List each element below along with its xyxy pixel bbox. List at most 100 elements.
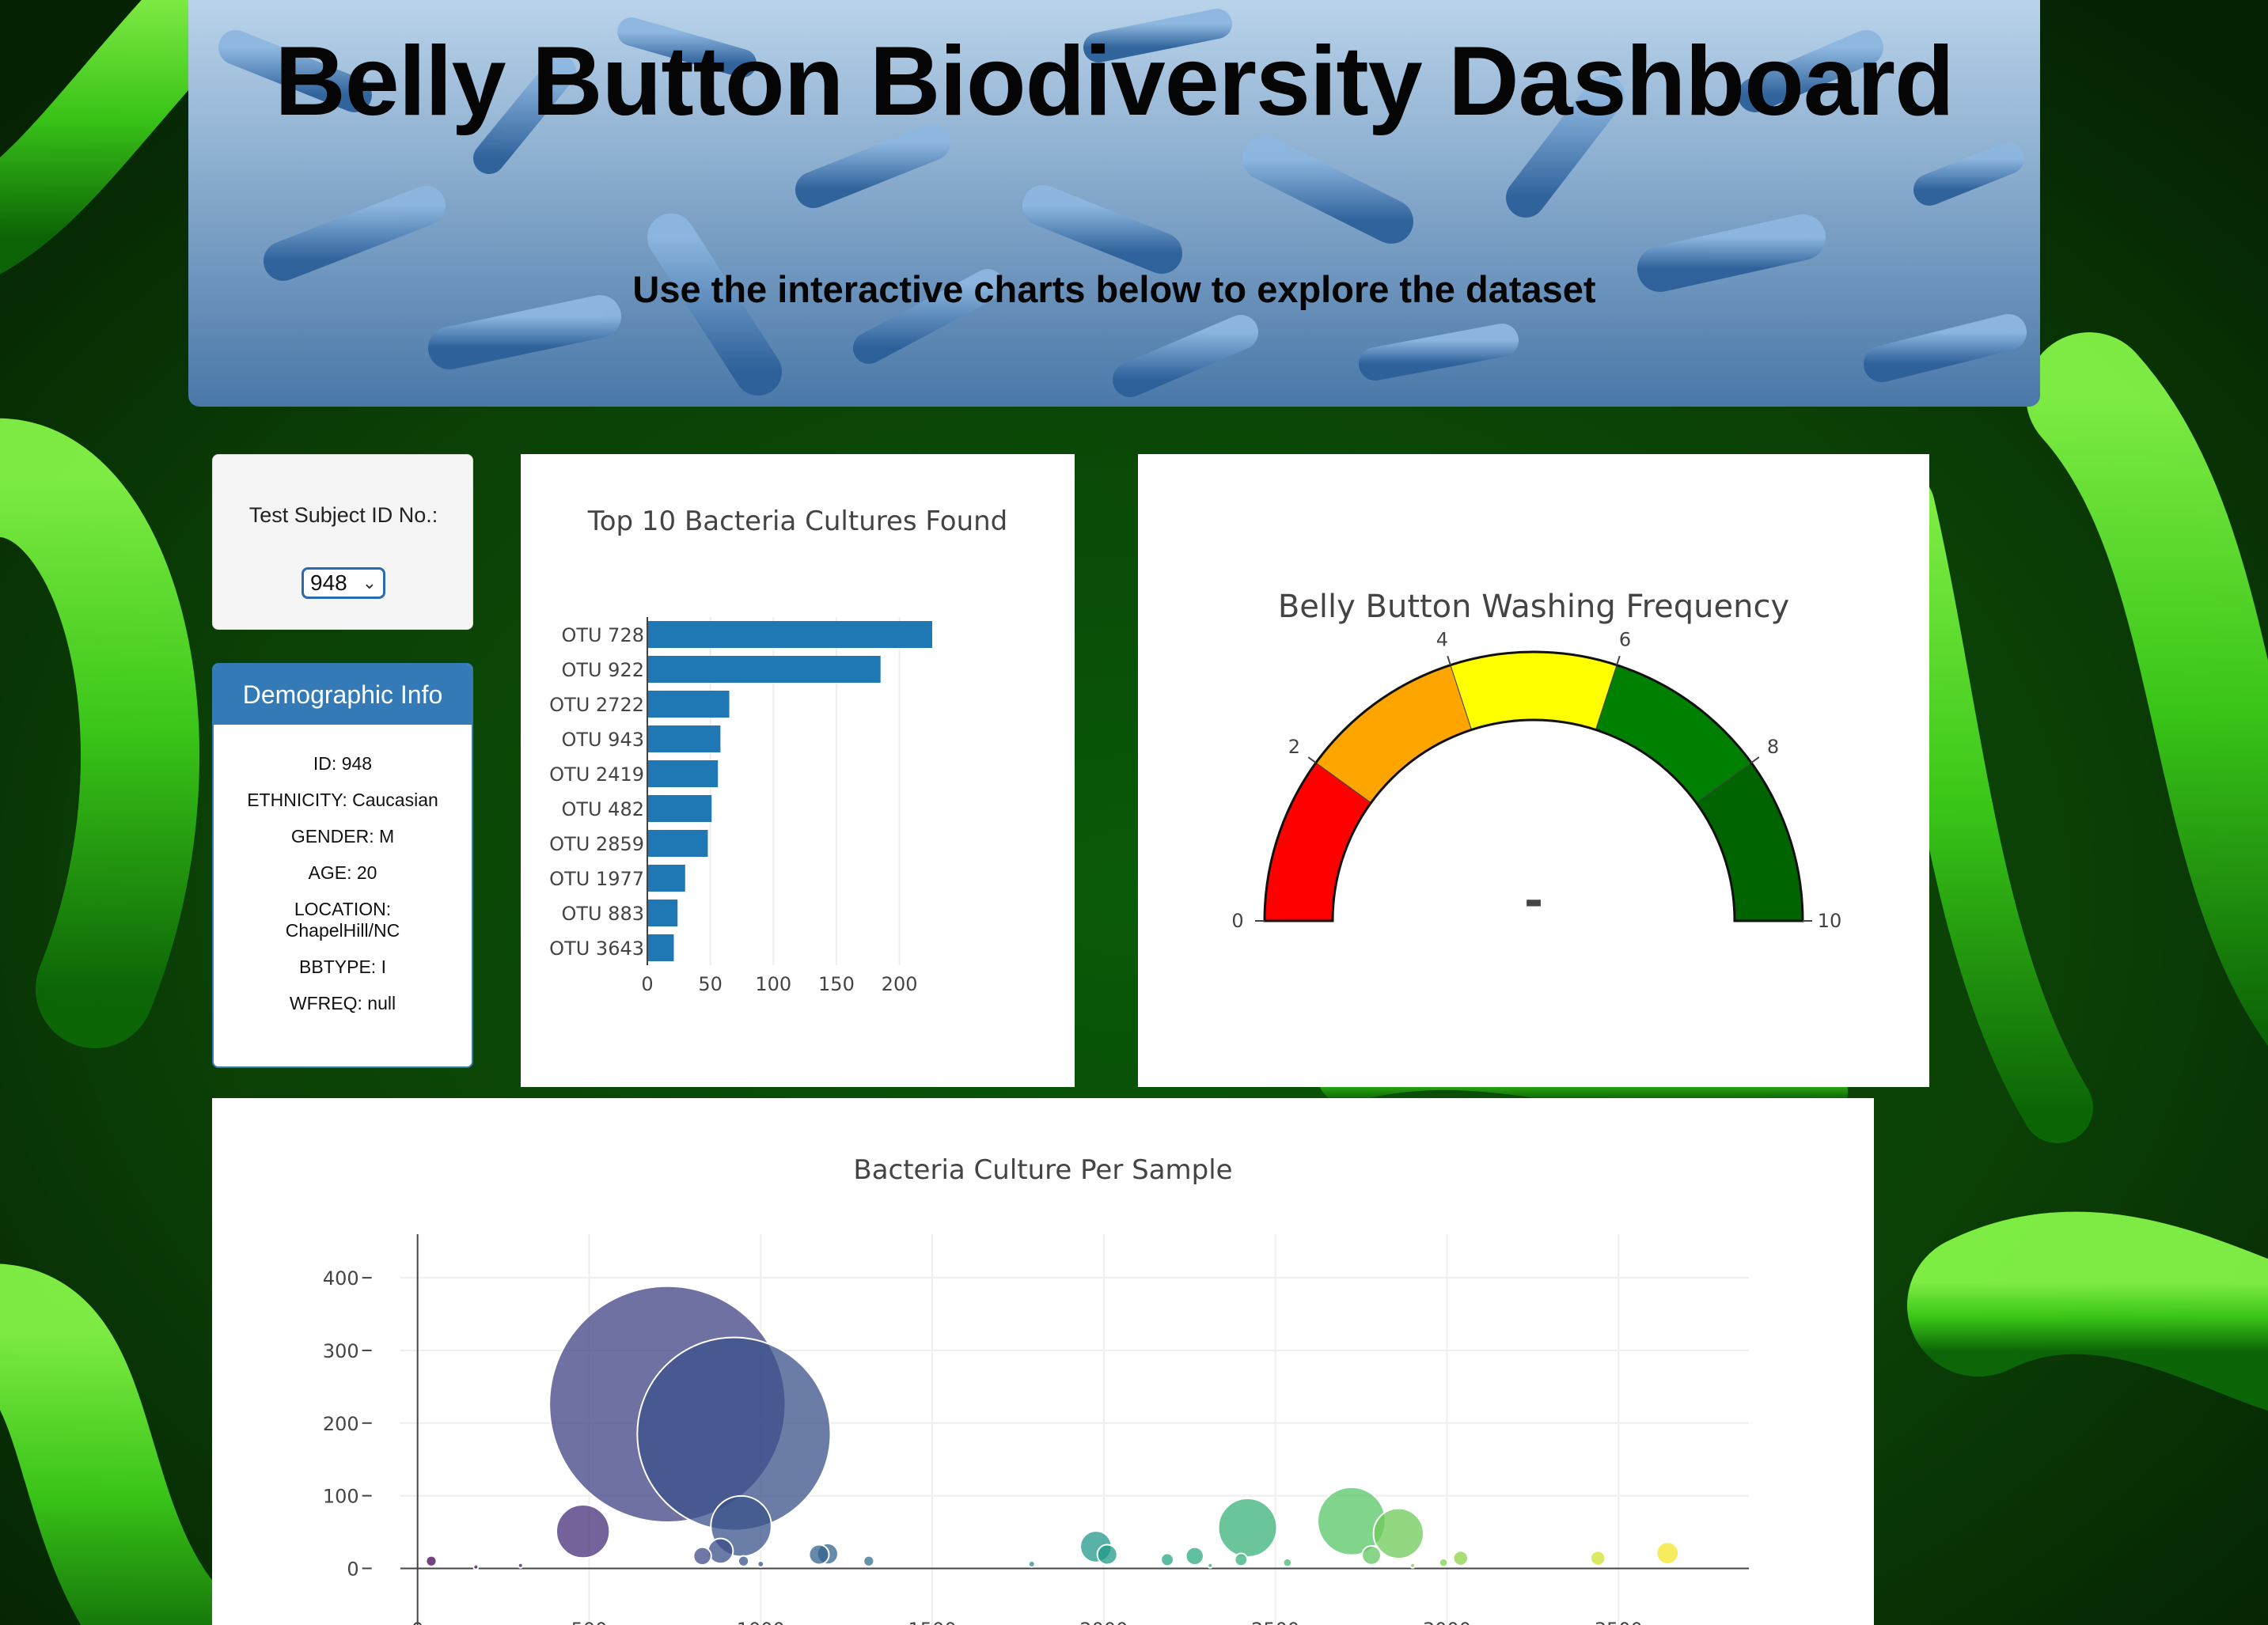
bubble[interactable]	[472, 1563, 480, 1570]
bubble[interactable]	[707, 1537, 734, 1565]
subject-id-dropdown[interactable]: 948 ⌄	[302, 567, 385, 599]
gauge-band	[1450, 651, 1618, 731]
bubble[interactable]	[1160, 1552, 1174, 1567]
bar-chart-title: Top 10 Bacteria Cultures Found	[587, 506, 1008, 537]
bubble[interactable]	[1589, 1550, 1606, 1566]
bar-x-tick-label: 100	[755, 973, 791, 995]
bubble-y-tick-label: 0	[347, 1558, 358, 1580]
demographic-info-panel: Demographic Info ID: 948 ETHNICITY: Cauc…	[212, 663, 473, 1068]
bar[interactable]	[647, 691, 730, 718]
bacteria-bubble-chart[interactable]: Bacteria Culture Per Sample 0 500 1000 1500…	[212, 1098, 1874, 1625]
demo-ethnicity: ETHNICITY: Caucasian	[247, 790, 438, 810]
bar-x-tick-label: 200	[882, 973, 918, 995]
bar[interactable]	[647, 934, 674, 961]
bar-x-tick-label: 0	[641, 973, 653, 995]
bubble[interactable]	[1409, 1562, 1417, 1569]
bubble-x-tick-label: 3500	[1595, 1619, 1643, 1625]
bubble[interactable]	[1361, 1545, 1382, 1566]
bubble-chart-title: Bacteria Culture Per Sample	[853, 1154, 1232, 1186]
header-jumbotron: Belly Button Biodiversity Dashboard Use …	[188, 0, 2040, 407]
bubble[interactable]	[757, 1559, 765, 1568]
top-ten-bar-chart-panel: Top 10 Bacteria Cultures Found 0 50 100 150…	[521, 454, 1075, 1087]
gauge-tick-label: 8	[1767, 736, 1779, 758]
bar[interactable]	[647, 795, 712, 822]
bar-y-tick-label: OTU 1977	[549, 868, 644, 890]
bar-x-tick-label: 50	[698, 973, 722, 995]
bar-x-tick-label: 150	[818, 973, 855, 995]
bubble[interactable]	[1207, 1562, 1214, 1569]
bar-y-tick-label: OTU 2419	[549, 763, 644, 786]
bar-y-tick-label: OTU 883	[561, 903, 644, 925]
bar[interactable]	[647, 830, 708, 857]
gauge-tick	[1447, 655, 1451, 665]
bubble[interactable]	[808, 1544, 830, 1566]
demographic-info-heading: Demographic Info	[214, 665, 472, 725]
bubble[interactable]	[1185, 1546, 1204, 1566]
bubble-x-tick-label: 3000	[1423, 1619, 1471, 1625]
demo-bbtype: BBTYPE: I	[299, 956, 386, 977]
demo-gender: GENDER: M	[290, 826, 395, 847]
bar[interactable]	[647, 760, 719, 787]
bubble-chart-panel: Bacteria Culture Per Sample 0 500 1000 1500…	[212, 1098, 1874, 1625]
gauge-tick	[1750, 756, 1760, 763]
demo-location: LOCATION: ChapelHill/NC	[285, 899, 400, 941]
bubble[interactable]	[1282, 1557, 1293, 1568]
bar[interactable]	[647, 656, 881, 683]
subject-selector-label: Test Subject ID No.:	[248, 503, 438, 527]
bar-y-tick-label: OTU 3643	[549, 938, 644, 960]
gauge-tick-label: 0	[1231, 910, 1243, 932]
washing-frequency-gauge-panel: Belly Button Washing Frequency 0 2 4 6 8 10 -	[1138, 454, 1929, 1087]
bubble-x-tick-label: 2500	[1251, 1619, 1299, 1625]
bubble[interactable]	[1217, 1498, 1278, 1558]
bubble-x-tick-label: 2000	[1079, 1619, 1128, 1625]
bubble[interactable]	[1027, 1559, 1036, 1568]
bubble[interactable]	[425, 1555, 438, 1567]
bubble[interactable]	[863, 1555, 875, 1567]
gauge-tick-label: 10	[1818, 910, 1842, 932]
bubble[interactable]	[1655, 1541, 1680, 1566]
bubble[interactable]	[556, 1503, 611, 1559]
bubble[interactable]	[1372, 1507, 1424, 1560]
demo-id: ID: 948	[313, 753, 373, 774]
page-title: Belly Button Biodiversity Dashboard	[275, 27, 1955, 136]
bubble[interactable]	[517, 1562, 524, 1569]
bubble-layer	[425, 1285, 1680, 1570]
bubble-y-tick-label: 300	[323, 1340, 359, 1362]
demo-wfreq: WFREQ: null	[289, 993, 396, 1013]
bubble[interactable]	[1317, 1486, 1386, 1556]
demographic-info-list: ID: 948 ETHNICITY: Caucasian GENDER: M A…	[214, 725, 472, 1014]
bubble-y-tick-label: 200	[323, 1413, 359, 1435]
bar[interactable]	[647, 865, 685, 892]
bar[interactable]	[647, 621, 932, 648]
bubble[interactable]	[737, 1555, 750, 1567]
bar-y-tick-label: OTU 922	[561, 659, 644, 681]
page-subtitle: Use the interactive charts below to expl…	[632, 268, 1596, 310]
bubble-x-tick-label: 500	[571, 1619, 608, 1625]
bubble[interactable]	[1452, 1550, 1470, 1566]
gauge-title: Belly Button Washing Frequency	[1278, 589, 1789, 625]
bubble[interactable]	[1438, 1557, 1449, 1568]
bar[interactable]	[647, 725, 721, 752]
bubble[interactable]	[1234, 1552, 1249, 1567]
bubble[interactable]	[1096, 1544, 1118, 1566]
bar-y-tick-label: OTU 728	[561, 624, 644, 646]
gauge-value-label: -	[1524, 873, 1543, 927]
gauge-tick-label: 6	[1619, 628, 1631, 650]
bar-y-tick-label: OTU 943	[561, 729, 644, 751]
subject-selector-card: Test Subject ID No.: 948 ⌄	[212, 454, 473, 630]
gauge-tick	[1616, 655, 1621, 665]
bubble-x-tick-label: 1000	[737, 1619, 785, 1625]
bar[interactable]	[647, 900, 678, 926]
bubble[interactable]	[692, 1546, 712, 1566]
bubble-y-tick-label: 400	[323, 1267, 359, 1290]
chevron-down-icon: ⌄	[362, 573, 377, 593]
bubble-y-tick-label: 100	[323, 1486, 359, 1508]
bubble-x-tick-label: 1500	[908, 1619, 957, 1625]
bar-y-tick-label: OTU 2722	[549, 694, 644, 716]
gauge-tick-label: 4	[1436, 628, 1448, 650]
washing-frequency-gauge[interactable]: Belly Button Washing Frequency 0 2 4 6 8 10 -	[1138, 454, 1929, 1087]
subject-id-selected-value: 948	[310, 570, 347, 595]
bar-y-tick-label: OTU 482	[561, 798, 644, 820]
top-ten-bar-chart[interactable]: Top 10 Bacteria Cultures Found 0 50 100 150…	[521, 454, 1075, 1087]
gauge-tick	[1307, 756, 1317, 763]
